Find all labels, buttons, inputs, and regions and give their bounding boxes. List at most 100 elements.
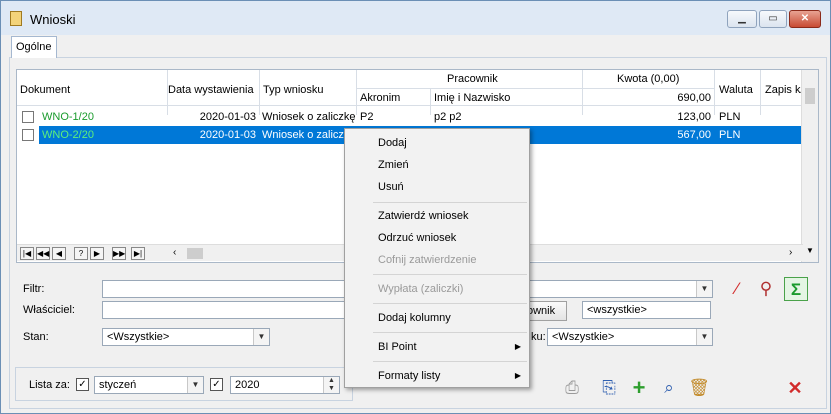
trash-icon[interactable]: 🗑 <box>687 376 711 400</box>
sigma-icon[interactable]: Σ <box>784 277 808 301</box>
hscroll-thumb[interactable] <box>187 248 203 259</box>
table-row-imie: p2 p2 <box>434 111 462 123</box>
table-row-typ: Wniosek o zaliczkę <box>262 111 355 123</box>
row-checkbox[interactable] <box>22 111 34 123</box>
nav-next-page-button[interactable]: ▶▶ <box>112 247 126 260</box>
menu-item-formaty-listy[interactable]: Formaty listy ▶ <box>345 367 529 387</box>
menu-item-zatwierdz[interactable]: Zatwierdź wniosek <box>345 207 529 227</box>
menu-separator <box>373 274 527 275</box>
column-divider <box>760 70 761 115</box>
scroll-thumb[interactable] <box>805 88 815 104</box>
table-row-data: 2020-01-03 <box>199 111 256 123</box>
column-divider <box>714 70 715 115</box>
scroll-down-icon[interactable]: ▼ <box>806 246 814 255</box>
chevron-down-icon[interactable]: ▼ <box>253 329 269 345</box>
menu-separator <box>373 332 527 333</box>
menu-item-wyplata: Wypłata (zaliczki) <box>378 283 464 295</box>
header-akronim[interactable]: Akronim <box>360 92 400 104</box>
nav-next-button[interactable]: ▶ <box>90 247 104 260</box>
column-divider <box>430 88 431 115</box>
typ-label: ku: <box>531 331 546 343</box>
close-window-button[interactable]: ✕ <box>789 10 821 28</box>
window-title: Wnioski <box>30 12 76 27</box>
add-icon[interactable]: + <box>627 376 651 400</box>
nav-search-button[interactable]: ? <box>74 247 88 260</box>
maximize-button[interactable]: ▭ <box>759 10 787 28</box>
submenu-arrow-icon: ▶ <box>514 342 521 351</box>
filtr-label: Filtr: <box>23 283 45 295</box>
lista-za-label: Lista za: <box>29 379 70 391</box>
scroll-right-icon[interactable]: › <box>789 247 792 258</box>
header-bottom <box>17 105 803 106</box>
header-data[interactable]: Data wystawienia <box>168 84 254 96</box>
table-row-kwota: 567,00 <box>677 129 711 141</box>
open-document-icon[interactable]: ⎘ <box>597 376 621 400</box>
menu-item-dodaj[interactable]: Dodaj <box>345 134 529 154</box>
menu-separator <box>373 202 527 203</box>
formaty-listy-label: Formaty listy <box>378 370 441 382</box>
title-bar: Wnioski ▁ ▭ ✕ <box>1 1 830 35</box>
menu-item-odrzuc[interactable]: Odrzuć wniosek <box>345 229 529 249</box>
stan-value: <Wszystkie> <box>107 331 170 343</box>
nav-first-button[interactable]: |◀ <box>20 247 34 260</box>
typ-value: <Wszystkie> <box>552 331 615 343</box>
nav-prev-button[interactable]: ◀ <box>52 247 66 260</box>
header-dokument[interactable]: Dokument <box>20 84 70 96</box>
menu-item-cofnij: Cofnij zatwierdzenie <box>378 254 477 266</box>
table-row-dokument[interactable]: WNO-2/20 <box>42 129 94 141</box>
context-menu: Dodaj Zmień Usuń Zatwierdź wniosek Odrzu… <box>344 128 530 388</box>
header-kwota-total: 690,00 <box>677 92 711 104</box>
table-row-waluta: PLN <box>719 129 741 141</box>
minimize-button[interactable]: ▁ <box>727 10 757 28</box>
window: Wnioski ▁ ▭ ✕ Ogólne Dokument Data wysta… <box>0 0 831 414</box>
menu-item-usun[interactable]: Usuń <box>345 178 529 198</box>
column-divider <box>356 70 357 115</box>
lista-za-group: Lista za: ✓ styczeń ▼ ✓ 2020 ▲ ▼ <box>15 367 353 401</box>
menu-item-bi-point[interactable]: BI Point ▶ <box>345 338 529 358</box>
stan-label: Stan: <box>23 331 49 343</box>
disabled-action-icon: ⎙ <box>565 378 579 397</box>
vertical-scrollbar[interactable]: ▼ <box>801 70 818 262</box>
month-checkbox[interactable]: ✓ <box>76 378 89 391</box>
header-pracownik[interactable]: Pracownik <box>447 73 498 85</box>
menu-item-zmien[interactable]: Zmień <box>345 156 529 176</box>
year-checkbox[interactable]: ✓ <box>210 378 223 391</box>
table-row-kwota: 123,00 <box>677 111 711 123</box>
stepper-icon[interactable]: ▲ ▼ <box>323 377 339 393</box>
chevron-down-icon[interactable]: ▼ <box>696 281 712 297</box>
clear-filter-icon[interactable]: ⁄ <box>725 277 749 301</box>
table-row-dokument[interactable]: WNO-1/20 <box>42 111 94 123</box>
header-divider <box>356 88 714 89</box>
filter-wizard-icon[interactable]: ⚲ <box>754 277 778 301</box>
chevron-down-icon[interactable]: ▼ <box>696 329 712 345</box>
header-kwota[interactable]: Kwota (0,00) <box>617 73 679 85</box>
stan-select[interactable]: <Wszystkie> ▼ <box>102 328 270 346</box>
chevron-down-icon[interactable]: ▼ <box>187 377 203 393</box>
nav-prev-page-button[interactable]: ◀◀ <box>36 247 50 260</box>
header-imie[interactable]: Imię i Nazwisko <box>434 92 510 104</box>
menu-separator <box>373 303 527 304</box>
scroll-left-icon[interactable]: ‹ <box>173 247 176 258</box>
month-select[interactable]: styczeń ▼ <box>94 376 204 394</box>
pracownik-value[interactable]: <wszystkie> <box>582 301 711 319</box>
row-checkbox[interactable] <box>22 129 34 141</box>
table-row-waluta: PLN <box>719 111 741 123</box>
typ-select[interactable]: <Wszystkie> ▼ <box>547 328 713 346</box>
header-zapis[interactable]: Zapis k/ <box>765 84 804 96</box>
year-value: 2020 <box>235 379 260 391</box>
column-divider <box>259 70 260 115</box>
close-icon[interactable]: ✕ <box>783 376 807 400</box>
nav-last-button[interactable]: ▶| <box>131 247 145 260</box>
wlasciciel-label: Właściciel: <box>23 304 75 316</box>
month-value: styczeń <box>99 379 137 391</box>
table-row-data: 2020-01-03 <box>199 129 256 141</box>
header-typ[interactable]: Typ wniosku <box>263 84 324 96</box>
menu-separator <box>373 361 527 362</box>
search-icon[interactable]: ⌕ <box>657 376 681 400</box>
header-waluta[interactable]: Waluta <box>719 84 753 96</box>
table-row-akronim: P2 <box>360 111 374 123</box>
menu-item-dodaj-kolumny[interactable]: Dodaj kolumny <box>345 309 529 329</box>
tab-ogolne[interactable]: Ogólne <box>11 36 57 58</box>
submenu-arrow-icon: ▶ <box>514 371 521 380</box>
year-input[interactable]: 2020 ▲ ▼ <box>230 376 340 394</box>
